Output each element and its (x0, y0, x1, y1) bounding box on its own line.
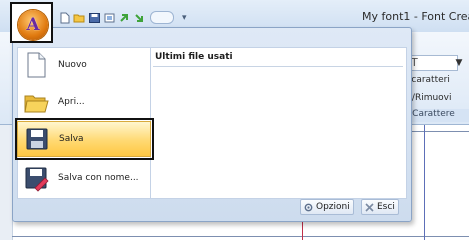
menu-item-save-as[interactable]: Salva con nome... (20, 161, 148, 195)
options-button-label: Opzioni (316, 202, 350, 212)
font-field-dropdown-arrow[interactable]: ▼ (452, 56, 466, 70)
guide-line-blue (424, 125, 425, 240)
menu-item-open[interactable]: Apri... (20, 85, 148, 119)
new-file-icon[interactable] (58, 12, 71, 24)
save-as-icon (25, 167, 49, 192)
recent-files-header: Ultimi file usati (155, 52, 233, 62)
gear-icon (304, 203, 313, 211)
new-document-icon (27, 52, 46, 78)
customize-toolbar-dropdown[interactable]: ▾ (182, 13, 187, 23)
menu-item-new[interactable]: Nuovo (20, 48, 148, 82)
close-icon (365, 202, 374, 212)
open-folder-icon[interactable] (73, 12, 86, 24)
redo-icon[interactable] (133, 12, 146, 24)
quick-access-separator (150, 11, 174, 24)
window-title: My font1 - Font Crea (362, 10, 469, 23)
guide-line-bottom (12, 236, 469, 237)
selection-callout-frame (15, 118, 154, 160)
recent-files-pane (150, 47, 407, 199)
exit-button-label: Esci (377, 202, 395, 212)
application-button[interactable]: A (18, 10, 48, 40)
open-folder-icon (24, 95, 49, 113)
options-button[interactable]: Opzioni (300, 199, 354, 215)
app-button-callout-frame: A (10, 2, 53, 43)
app-logo-letter: A (26, 15, 40, 35)
font-field[interactable]: T (408, 55, 458, 71)
exit-button[interactable]: Esci (361, 199, 399, 215)
font-field-value: T (411, 56, 418, 69)
save-icon[interactable] (88, 12, 101, 24)
recent-files-divider (153, 66, 403, 67)
print-icon[interactable] (103, 12, 116, 24)
quick-access-toolbar: ▾ (58, 11, 187, 24)
menu-item-label: Salva con nome... (58, 173, 139, 183)
menu-item-label: Apri... (58, 97, 85, 107)
menu-item-label: Nuovo (58, 60, 87, 70)
undo-icon[interactable] (118, 12, 131, 24)
